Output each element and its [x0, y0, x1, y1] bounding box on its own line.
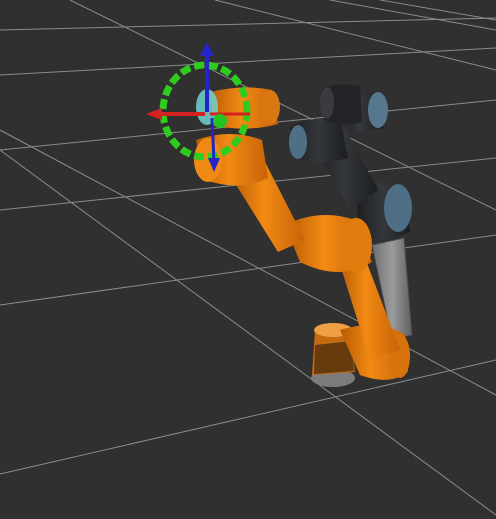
- current-elbow-joint: [384, 184, 412, 232]
- ground-grid: [0, 0, 496, 516]
- current-wrist-joint: [289, 125, 307, 159]
- scene-canvas[interactable]: [0, 0, 496, 519]
- y-axis-handle[interactable]: [213, 114, 227, 128]
- 3d-viewport[interactable]: [0, 0, 496, 519]
- current-robot-arm[interactable]: [289, 84, 413, 341]
